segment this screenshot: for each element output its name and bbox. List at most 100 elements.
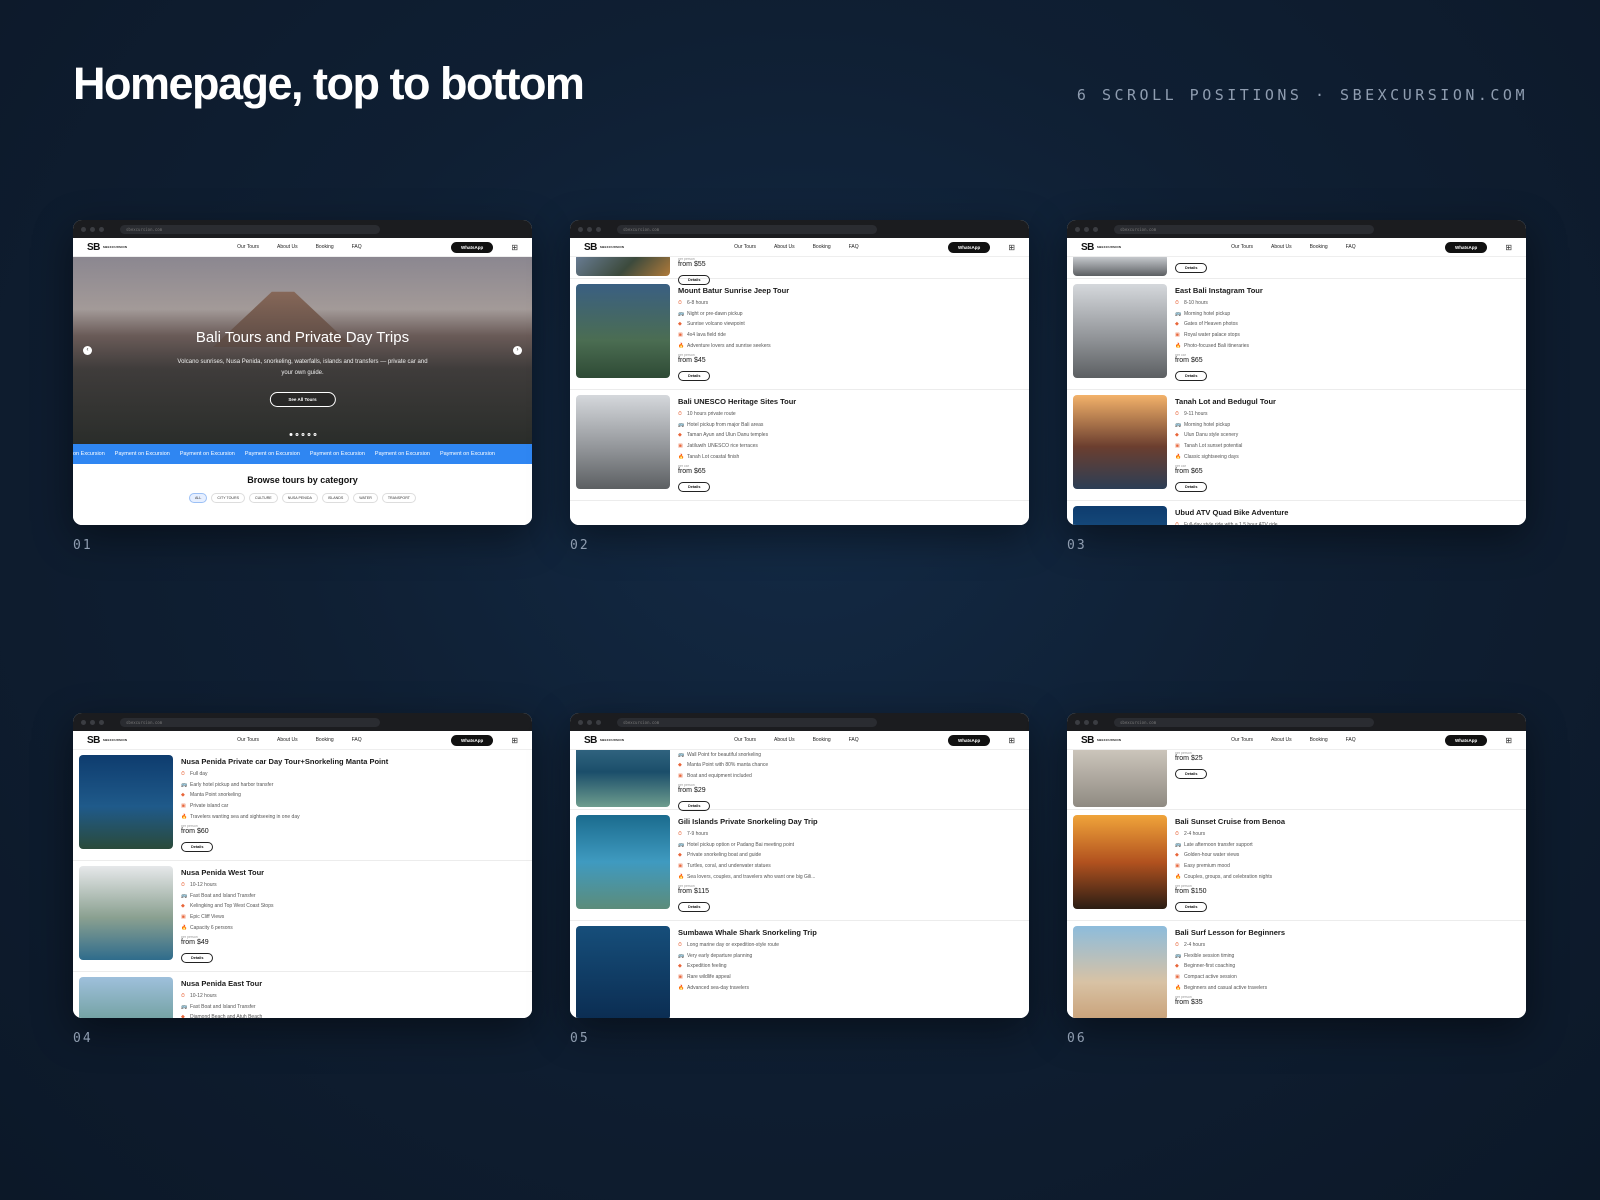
nav-link-faq[interactable]: FAQ [352, 737, 362, 743]
tour-image[interactable] [576, 750, 670, 807]
category-chip-nusa-penida[interactable]: NUSA PENIDA [281, 493, 318, 503]
nav-link-booking[interactable]: Booking [316, 244, 334, 250]
nav-link-about-us[interactable]: About Us [277, 737, 298, 743]
nav-link-booking[interactable]: Booking [1310, 737, 1328, 743]
window-control-dot[interactable] [596, 226, 601, 232]
nav-link-faq[interactable]: FAQ [849, 244, 859, 250]
nav-link-faq[interactable]: FAQ [352, 244, 362, 250]
tour-name[interactable]: Ubud ATV Quad Bike Adventure [1175, 508, 1516, 517]
category-chip-all[interactable]: ALL [189, 493, 208, 503]
tour-image[interactable] [576, 926, 670, 1018]
tour-image[interactable] [79, 866, 173, 960]
category-chip-transport[interactable]: TRANSPORT [381, 493, 416, 503]
tour-name[interactable]: East Bali Instagram Tour [1175, 286, 1516, 295]
tour-name[interactable]: Bali UNESCO Heritage Sites Tour [678, 397, 1019, 406]
tour-image[interactable] [79, 977, 173, 1018]
nav-link-about-us[interactable]: About Us [277, 244, 298, 250]
whatsapp-button[interactable]: WhatsApp [1445, 734, 1488, 746]
site-logo[interactable]: SB SBEXCURSION [584, 242, 624, 253]
details-button[interactable]: Details [1175, 768, 1208, 779]
window-control-dot[interactable] [90, 719, 95, 725]
see-all-tours-button[interactable]: See All Tours [269, 392, 336, 407]
details-button[interactable]: Details [678, 901, 711, 912]
whatsapp-button[interactable]: WhatsApp [948, 241, 991, 253]
nav-link-faq[interactable]: FAQ [1346, 244, 1356, 250]
category-chip-water[interactable]: WATER [353, 493, 378, 503]
tour-image[interactable] [576, 815, 670, 909]
window-control-dot[interactable] [1093, 226, 1098, 232]
carousel-dot[interactable] [307, 433, 310, 436]
details-button[interactable]: Details [181, 841, 214, 852]
tour-name[interactable]: Nusa Penida West Tour [181, 868, 522, 877]
carousel-next-icon[interactable]: › [513, 346, 522, 355]
category-chip-culture[interactable]: CULTURE [249, 493, 278, 503]
nav-link-booking[interactable]: Booking [1310, 244, 1328, 250]
tour-image[interactable] [576, 257, 670, 276]
tour-image[interactable] [576, 395, 670, 489]
address-bar[interactable]: sbexcursion.com [1114, 717, 1374, 727]
nav-link-booking[interactable]: Booking [813, 244, 831, 250]
tour-name[interactable]: Tanah Lot and Bedugul Tour [1175, 397, 1516, 406]
whatsapp-button[interactable]: WhatsApp [451, 734, 494, 746]
window-control-dot[interactable] [587, 719, 592, 725]
whatsapp-button[interactable]: WhatsApp [948, 734, 991, 746]
tour-image[interactable] [1073, 926, 1167, 1018]
nav-link-booking[interactable]: Booking [813, 737, 831, 743]
details-button[interactable]: Details [678, 481, 711, 492]
window-control-dot[interactable] [1075, 226, 1080, 232]
window-control-dot[interactable] [587, 226, 592, 232]
details-button[interactable]: Details [1175, 370, 1208, 381]
carousel-dot[interactable] [295, 433, 298, 436]
nav-link-faq[interactable]: FAQ [849, 737, 859, 743]
site-logo[interactable]: SB SBEXCURSION [1081, 242, 1121, 253]
details-button[interactable]: Details [1175, 263, 1208, 273]
tour-image[interactable] [1073, 506, 1167, 525]
cart-icon[interactable]: ⊞ [1008, 736, 1015, 745]
window-control-dot[interactable] [1075, 719, 1080, 725]
cart-icon[interactable]: ⊞ [1008, 243, 1015, 252]
carousel-dot[interactable] [301, 433, 304, 436]
window-control-dot[interactable] [1084, 226, 1089, 232]
nav-link-our-tours[interactable]: Our Tours [237, 244, 259, 250]
tour-image[interactable] [1073, 284, 1167, 378]
nav-link-booking[interactable]: Booking [316, 737, 334, 743]
nav-link-faq[interactable]: FAQ [1346, 737, 1356, 743]
cart-icon[interactable]: ⊞ [511, 736, 518, 745]
tour-image[interactable] [79, 755, 173, 849]
tour-name[interactable]: Bali Sunset Cruise from Benoa [1175, 817, 1516, 826]
whatsapp-button[interactable]: WhatsApp [451, 241, 494, 253]
window-control-dot[interactable] [81, 226, 86, 232]
nav-link-about-us[interactable]: About Us [774, 244, 795, 250]
carousel-dot[interactable] [313, 433, 316, 436]
tour-name[interactable]: Gili Islands Private Snorkeling Day Trip [678, 817, 1019, 826]
nav-link-our-tours[interactable]: Our Tours [1231, 737, 1253, 743]
cart-icon[interactable]: ⊞ [511, 243, 518, 252]
tour-image[interactable] [1073, 395, 1167, 489]
details-button[interactable]: Details [181, 952, 214, 963]
address-bar[interactable]: sbexcursion.com [617, 717, 877, 727]
nav-link-our-tours[interactable]: Our Tours [734, 737, 756, 743]
window-control-dot[interactable] [596, 719, 601, 725]
category-chip-city-tours[interactable]: CITY TOURS [211, 493, 245, 503]
cart-icon[interactable]: ⊞ [1505, 243, 1512, 252]
tour-image[interactable] [1073, 815, 1167, 909]
window-control-dot[interactable] [578, 719, 583, 725]
tour-name[interactable]: Nusa Penida Private car Day Tour+Snorkel… [181, 757, 522, 766]
nav-link-our-tours[interactable]: Our Tours [237, 737, 259, 743]
tour-image[interactable] [1073, 750, 1167, 807]
site-logo[interactable]: SB SBEXCURSION [1081, 735, 1121, 746]
details-button[interactable]: Details [1175, 901, 1208, 912]
details-button[interactable]: Details [1175, 481, 1208, 492]
site-logo[interactable]: SB SBEXCURSION [87, 735, 127, 746]
tour-image[interactable] [576, 284, 670, 378]
window-control-dot[interactable] [90, 226, 95, 232]
window-control-dot[interactable] [81, 719, 86, 725]
tour-name[interactable]: Mount Batur Sunrise Jeep Tour [678, 286, 1019, 295]
details-button[interactable]: Details [678, 370, 711, 381]
address-bar[interactable]: sbexcursion.com [120, 224, 380, 234]
carousel-dot[interactable] [289, 433, 292, 436]
site-logo[interactable]: SB SBEXCURSION [87, 242, 127, 253]
whatsapp-button[interactable]: WhatsApp [1445, 241, 1488, 253]
nav-link-about-us[interactable]: About Us [774, 737, 795, 743]
window-control-dot[interactable] [1084, 719, 1089, 725]
